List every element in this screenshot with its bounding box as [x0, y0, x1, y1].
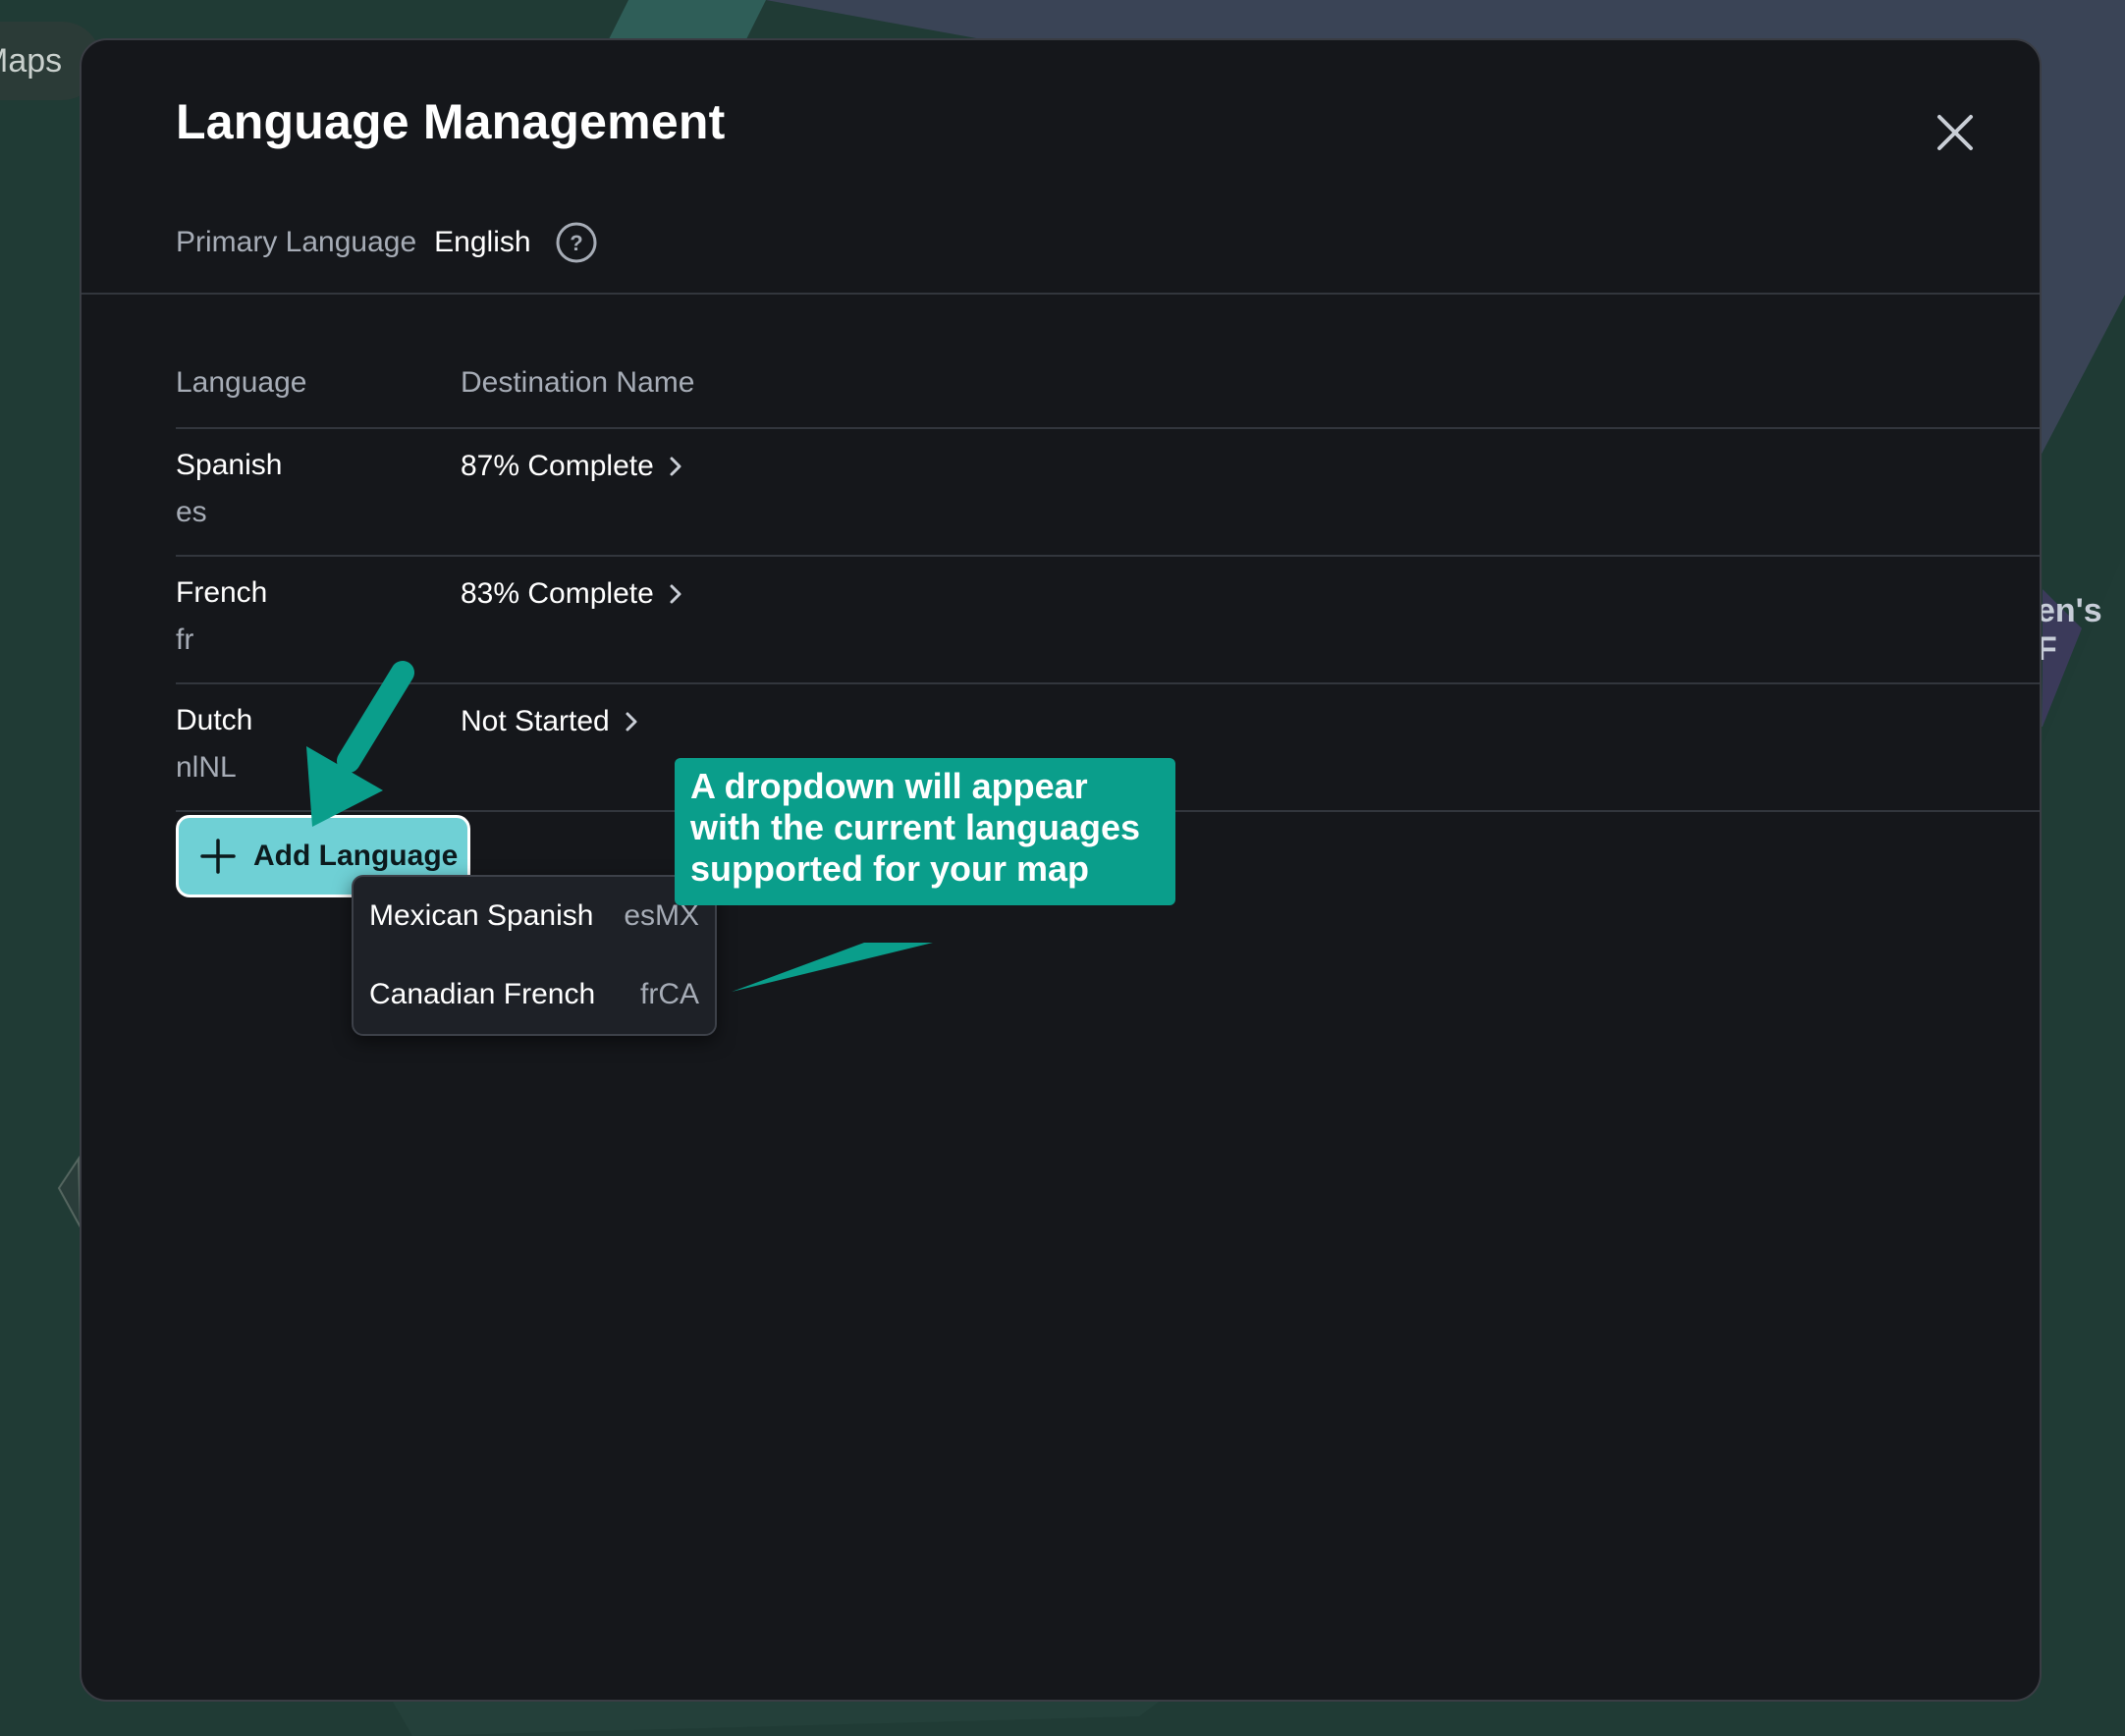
primary-language-row: Primary Language English ? [176, 221, 598, 264]
language-name: French [176, 576, 268, 609]
translation-status-link[interactable]: 83% Complete [461, 576, 687, 612]
dropdown-item[interactable]: Mexican Spanish esMX [354, 877, 715, 955]
svg-text:?: ? [570, 231, 582, 255]
dropdown-item-name: Mexican Spanish [369, 899, 594, 932]
language-name: Spanish [176, 449, 283, 481]
translation-status-link[interactable]: Not Started [461, 704, 643, 739]
language-code: nlNL [176, 751, 237, 784]
translation-status: 83% Complete [461, 577, 654, 610]
table-row: Spanish es 87% Complete [176, 429, 2040, 557]
plus-icon [200, 839, 236, 874]
add-language-label: Add Language [253, 840, 459, 872]
table-row: French fr 83% Complete [176, 557, 2040, 684]
dropdown-item[interactable]: Canadian French frCA [354, 955, 715, 1034]
close-button[interactable] [1928, 105, 1983, 160]
language-code: fr [176, 624, 194, 656]
language-cell: French fr [176, 576, 461, 682]
annotation-callout: A dropdown will appear with the current … [675, 758, 1175, 905]
dropdown-item-name: Canadian French [369, 978, 596, 1010]
language-table: Language Destination Name Spanish es 87%… [176, 335, 2040, 812]
translation-status: Not Started [461, 705, 610, 737]
translation-status-link[interactable]: 87% Complete [461, 449, 687, 484]
modal-title: Language Management [176, 94, 726, 149]
dropdown-item-code: frCA [640, 978, 699, 1010]
language-cell: Dutch nlNL [176, 704, 461, 810]
translation-status: 87% Complete [461, 450, 654, 482]
chevron-right-icon [670, 584, 681, 604]
column-header-language: Language [176, 366, 307, 399]
close-icon [1937, 115, 1973, 150]
map-place-label: en's F [2037, 592, 2102, 668]
language-name: Dutch [176, 704, 253, 736]
maps-tab-label: Maps [0, 42, 63, 80]
header-divider [82, 293, 2040, 295]
language-cell: Spanish es [176, 449, 461, 555]
table-header: Language Destination Name [176, 335, 2040, 429]
column-header-destination-name: Destination Name [461, 366, 695, 399]
primary-language-value: English [434, 226, 531, 258]
language-dropdown: Mexican Spanish esMX Canadian French frC… [352, 875, 717, 1036]
question-circle-icon[interactable]: ? [555, 221, 598, 264]
language-code: es [176, 496, 207, 528]
chevron-right-icon [626, 712, 637, 732]
primary-language-label: Primary Language [176, 226, 417, 258]
chevron-right-icon [670, 457, 681, 476]
